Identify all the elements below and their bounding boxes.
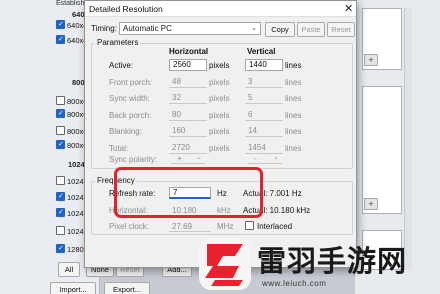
param-row-label: Front porch: bbox=[109, 77, 153, 87]
param-vertical-input[interactable]: 5 bbox=[245, 92, 283, 104]
param-horizontal-input[interactable]: 160 bbox=[169, 125, 207, 137]
param-vertical-input[interactable]: 1440 bbox=[245, 59, 283, 71]
resolution-checkbox[interactable] bbox=[56, 176, 65, 185]
param-horizontal-input[interactable]: 2720 bbox=[169, 142, 207, 154]
copy-button[interactable]: Copy bbox=[265, 22, 295, 37]
chevron-down-icon: ⌄ bbox=[196, 154, 202, 161]
export-button[interactable]: Export... bbox=[104, 282, 150, 294]
paste-button[interactable]: Paste bbox=[297, 22, 325, 37]
param-vertical-input[interactable]: 1454 bbox=[245, 142, 283, 154]
resolution-checkbox[interactable] bbox=[56, 20, 65, 29]
param-vertical-input[interactable]: 3 bbox=[245, 76, 283, 88]
sync-polarity-v-select[interactable]: - ⌄ bbox=[248, 153, 282, 164]
watermark-logo-icon bbox=[205, 244, 243, 286]
pixel-clock-unit: MHz bbox=[217, 222, 234, 231]
resolution-checkbox[interactable] bbox=[56, 126, 65, 135]
param-vertical-unit: lines bbox=[285, 77, 302, 87]
watermark-text: 雷羽手游网 bbox=[257, 244, 408, 278]
resolution-checkbox[interactable] bbox=[56, 109, 65, 118]
resolution-checkbox[interactable] bbox=[56, 140, 65, 149]
param-vertical-unit: lines bbox=[285, 110, 302, 120]
title-bar: Detailed Resolution ✕ bbox=[85, 1, 356, 17]
chevron-down-icon: ⌄ bbox=[273, 154, 279, 161]
dialog-title: Detailed Resolution bbox=[89, 4, 163, 14]
vertical-header: Vertical bbox=[247, 47, 276, 56]
right-panel-middle bbox=[362, 86, 402, 214]
group-label-800: 800 bbox=[72, 78, 85, 87]
pixel-clock-value: 27.69 bbox=[172, 222, 193, 231]
param-row-label: Sync width: bbox=[109, 94, 150, 103]
param-vertical-unit: lines bbox=[285, 61, 302, 70]
group-label-640: 640 bbox=[72, 10, 85, 19]
right-scrollbar[interactable] bbox=[404, 8, 412, 270]
param-row-label: Blanking: bbox=[109, 127, 142, 136]
horizontal-header: Horizontal bbox=[169, 47, 209, 56]
parameters-group-label: Parameters bbox=[95, 38, 141, 47]
sync-polarity-label: Sync polarity: bbox=[109, 155, 158, 164]
pixel-clock-label: Pixel clock: bbox=[109, 222, 150, 231]
param-vertical-input[interactable]: 6 bbox=[245, 109, 283, 121]
param-row-label: Back porch: bbox=[109, 110, 152, 120]
close-icon[interactable]: ✕ bbox=[344, 2, 353, 15]
sync-polarity-h-value: + bbox=[177, 154, 182, 163]
chevron-down-icon: ⌄ bbox=[251, 25, 257, 32]
param-vertical-unit: lines bbox=[285, 127, 302, 136]
resolution-checkbox[interactable] bbox=[56, 226, 65, 235]
plus-button-2[interactable]: + bbox=[364, 198, 378, 210]
highlight-box bbox=[114, 167, 263, 218]
param-vertical-unit: lines bbox=[285, 94, 302, 103]
reset-button[interactable]: Reset bbox=[327, 22, 355, 37]
param-horizontal-input[interactable]: 2560 bbox=[169, 59, 207, 71]
param-horizontal-unit: pixels bbox=[209, 110, 230, 120]
timing-select[interactable]: Automatic PC ⌄ bbox=[119, 22, 261, 35]
interlaced-label: Interlaced bbox=[257, 222, 293, 231]
all-button[interactable]: All bbox=[58, 262, 80, 277]
param-horizontal-unit: pixels bbox=[209, 143, 230, 153]
param-row-label: Total: bbox=[109, 143, 129, 153]
resolution-checkbox[interactable] bbox=[56, 192, 65, 201]
interlaced-checkbox[interactable] bbox=[245, 221, 254, 230]
group-label-1024: 1024 bbox=[68, 160, 85, 169]
resolution-checkbox[interactable] bbox=[56, 208, 65, 217]
pixel-clock-input[interactable]: 27.69 bbox=[169, 220, 211, 232]
param-horizontal-input[interactable]: 48 bbox=[169, 76, 207, 88]
import-button[interactable]: Import... bbox=[50, 282, 96, 294]
detailed-resolution-dialog: Detailed Resolution ✕ Timing: Automatic … bbox=[84, 0, 357, 268]
param-horizontal-input[interactable]: 32 bbox=[169, 92, 207, 104]
param-horizontal-unit: pixels bbox=[209, 127, 230, 136]
param-horizontal-unit: pixels bbox=[209, 77, 230, 87]
param-vertical-input[interactable]: 14 bbox=[245, 125, 283, 137]
resolution-checkbox[interactable] bbox=[56, 96, 65, 105]
timing-label: Timing: bbox=[91, 24, 117, 33]
sync-polarity-h-select[interactable]: + ⌄ bbox=[171, 153, 205, 164]
resolution-checkbox[interactable] bbox=[56, 244, 65, 253]
param-horizontal-unit: pixels bbox=[209, 61, 230, 70]
watermark-url: www.leiuch.com bbox=[262, 279, 327, 288]
param-vertical-unit: lines bbox=[285, 143, 302, 153]
param-row-label: Active: bbox=[109, 61, 134, 70]
sync-polarity-v-value: - bbox=[254, 154, 257, 163]
plus-button[interactable]: + bbox=[364, 54, 378, 66]
watermark-logo-badge bbox=[199, 238, 251, 290]
param-horizontal-unit: pixels bbox=[209, 94, 230, 103]
timing-value: Automatic PC bbox=[123, 24, 172, 33]
param-horizontal-input[interactable]: 80 bbox=[169, 109, 207, 121]
resolution-checkbox[interactable] bbox=[56, 35, 65, 44]
